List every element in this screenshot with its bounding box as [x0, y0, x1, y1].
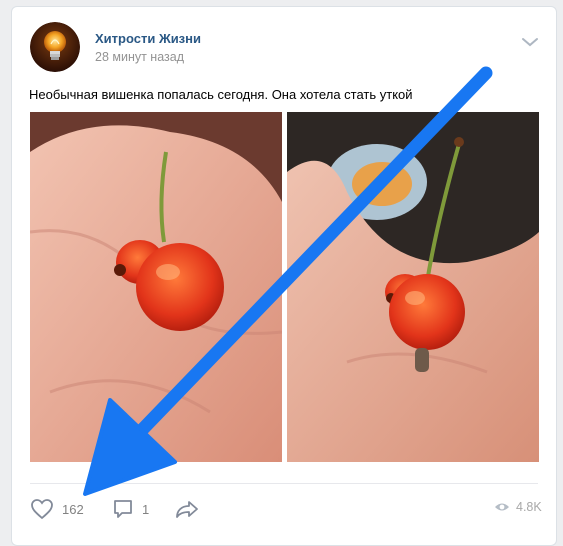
eye-icon: [495, 503, 509, 511]
comment-button[interactable]: 1: [112, 498, 149, 520]
views-counter: 4.8K: [494, 500, 542, 514]
lightbulb-icon: [30, 22, 80, 72]
like-button[interactable]: 162: [30, 498, 84, 520]
comment-icon: [114, 500, 132, 518]
cherry-in-hand-photo: [287, 112, 539, 462]
community-name[interactable]: Хитрости Жизни: [95, 31, 201, 46]
heart-icon: [31, 499, 53, 520]
community-avatar[interactable]: [30, 22, 80, 72]
post-card: Хитрости Жизни 28 минут назад Необычная …: [11, 6, 557, 546]
like-count: 162: [62, 501, 84, 517]
post-menu-button[interactable]: [520, 35, 540, 49]
share-button[interactable]: [174, 498, 200, 520]
share-icon: [176, 501, 198, 518]
chevron-down-icon: [522, 38, 538, 47]
cherry-in-hand-photo: [30, 112, 282, 462]
views-count: 4.8K: [516, 500, 542, 514]
actions-divider: [30, 483, 538, 484]
post-text: Необычная вишенка попалась сегодня. Она …: [29, 87, 413, 102]
post-time[interactable]: 28 минут назад: [95, 50, 184, 64]
comment-count: 1: [142, 501, 150, 517]
post-photo[interactable]: [30, 112, 282, 462]
post-photo[interactable]: [287, 112, 539, 462]
